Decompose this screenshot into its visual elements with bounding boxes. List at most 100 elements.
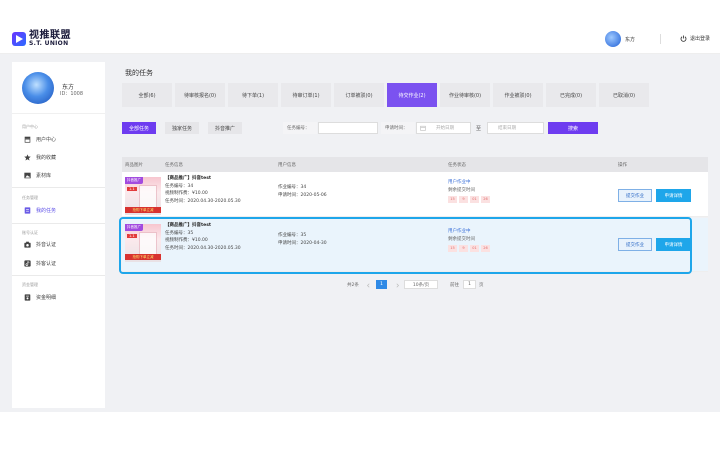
sidebar-item-user-center[interactable]: 用户中心 bbox=[24, 133, 56, 145]
footer-area bbox=[0, 412, 720, 460]
task-fee: 视频制作费：¥10.00 bbox=[165, 191, 208, 197]
task-info: 【商品推广】抖音test 任务编号：34 视频制作费：¥10.00 任务时间：2… bbox=[165, 175, 241, 206]
power-icon bbox=[680, 35, 687, 42]
header-divider bbox=[660, 34, 661, 44]
filter-douyin-button[interactable]: 抖音推广 bbox=[208, 122, 242, 134]
star-icon bbox=[24, 153, 31, 161]
start-date-input[interactable]: 开始日期 bbox=[416, 122, 471, 134]
thumb-banner: 抢购下单立减 bbox=[125, 207, 161, 213]
filter-all-tasks-button[interactable]: 全部任务 bbox=[122, 122, 156, 134]
column-header: 任务信息 bbox=[165, 162, 183, 168]
table-header: 商品图片 任务信息 用户信息 任务状态 操作 bbox=[122, 157, 708, 172]
countdown-hours: 9 bbox=[459, 196, 468, 204]
chevron-right-icon bbox=[396, 283, 399, 287]
sidebar-item-my-tasks[interactable]: 我的任务 bbox=[24, 204, 56, 216]
header-username[interactable]: 东方 bbox=[625, 36, 635, 43]
pager-goto-label: 前往 bbox=[450, 283, 459, 288]
page-title: 我的任务 bbox=[125, 69, 153, 77]
tab-order-review[interactable]: 待审订单(1) bbox=[281, 83, 331, 107]
thumb-price: 1.1 bbox=[127, 187, 137, 191]
task-no-label: 任务编号： bbox=[283, 122, 317, 134]
sidebar-item-label: 我的任务 bbox=[36, 207, 57, 214]
pager-unit: 页 bbox=[479, 283, 484, 288]
tab-pending-order[interactable]: 待下单(1) bbox=[228, 83, 278, 107]
sidebar-section-divider bbox=[12, 223, 105, 224]
tab-homework-review[interactable]: 作业待审核(0) bbox=[440, 83, 490, 107]
camera-icon bbox=[24, 241, 31, 248]
logout-button[interactable]: 退出登录 bbox=[680, 35, 710, 42]
homework-number: 作业编号：34 bbox=[278, 185, 307, 190]
sidebar-group-title: 用户中心 bbox=[22, 124, 38, 129]
submit-homework-button[interactable]: 提交作业 bbox=[618, 189, 652, 202]
tab-order-rejected[interactable]: 订单被驳(0) bbox=[334, 83, 384, 107]
filter-exclusive-button[interactable]: 独家任务 bbox=[165, 122, 199, 134]
tab-homework-rejected[interactable]: 作业被驳(0) bbox=[493, 83, 543, 107]
column-header: 操作 bbox=[618, 162, 627, 168]
date-range-separator: 至 bbox=[476, 125, 482, 132]
sidebar-item-douke-auth[interactable]: 抖客认证 bbox=[24, 257, 56, 269]
brand-logo[interactable]: 视推联盟 S.T. UNION bbox=[12, 31, 71, 47]
column-header: 任务状态 bbox=[448, 162, 466, 168]
selected-row-outline bbox=[119, 217, 692, 274]
column-header: 商品图片 bbox=[125, 162, 143, 168]
sidebar-item-funds[interactable]: 资金明细 bbox=[24, 291, 56, 303]
sidebar-group-title: 资金管理 bbox=[22, 282, 38, 287]
thumb-tag: 抖音推广 bbox=[125, 177, 143, 184]
end-date-input[interactable]: 结束日期 bbox=[487, 122, 544, 134]
start-date-placeholder: 开始日期 bbox=[436, 126, 454, 131]
store-icon bbox=[24, 136, 31, 143]
sidebar-item-label: 用户中心 bbox=[36, 136, 57, 143]
sidebar-item-label: 抖客认证 bbox=[36, 260, 57, 267]
user-info: 作业编号：34 申请时间：2020-05-06 bbox=[278, 184, 327, 199]
pager-total: 共2条 bbox=[347, 283, 359, 288]
end-date-placeholder: 结束日期 bbox=[498, 126, 516, 131]
sidebar: 东方 ID：1008 用户中心 用户中心 我的收藏 素材库 任务管理 我的任务 … bbox=[12, 62, 105, 408]
chevron-left-icon bbox=[367, 283, 370, 287]
tab-pending-signup[interactable]: 待审核报名(0) bbox=[175, 83, 225, 107]
tab-cancelled[interactable]: 已取消(0) bbox=[599, 83, 649, 107]
sidebar-item-materials[interactable]: 素材库 bbox=[24, 169, 51, 181]
brand-name-en: S.T. UNION bbox=[29, 40, 69, 47]
tab-pending-homework[interactable]: 待交作业(2) bbox=[387, 83, 437, 107]
top-navbar: 视推联盟 S.T. UNION 东方 退出登录 bbox=[0, 0, 720, 54]
sidebar-item-favorites[interactable]: 我的收藏 bbox=[24, 151, 56, 163]
status-text[interactable]: 用户作业中 bbox=[448, 179, 490, 187]
page-size-select[interactable]: 10条/页 bbox=[404, 280, 438, 289]
status-subtext: 剩余提交时间 bbox=[448, 187, 475, 193]
sidebar-divider bbox=[12, 113, 105, 114]
countdown-seconds: 26 bbox=[481, 196, 490, 204]
sidebar-group-title: 任务管理 bbox=[22, 195, 38, 200]
status-tabs: 全部(6) 待审核报名(0) 待下单(1) 待审订单(1) 订单被驳(0) 待交… bbox=[122, 83, 649, 107]
sidebar-section-divider bbox=[12, 187, 105, 188]
table-row[interactable]: 抖音推广 1.1 抢购下单立减 【商品推广】抖音test 任务编号：34 视频制… bbox=[122, 172, 708, 217]
tab-completed[interactable]: 已完成(0) bbox=[546, 83, 596, 107]
header-avatar[interactable] bbox=[605, 31, 621, 47]
pager-goto-input[interactable]: 1 bbox=[463, 280, 476, 289]
sidebar-item-douyin-auth[interactable]: 抖音认证 bbox=[24, 238, 56, 250]
page-size-value: 10条/页 bbox=[412, 282, 430, 288]
apply-time-label: 申请时间： bbox=[381, 122, 415, 134]
task-status: 用户作业中 剩余提交时间 15 9 01 26 bbox=[448, 179, 490, 204]
sidebar-section-divider bbox=[12, 275, 105, 276]
logout-label: 退出登录 bbox=[690, 36, 711, 42]
pager-prev[interactable] bbox=[366, 280, 371, 290]
product-image[interactable]: 抖音推广 1.1 抢购下单立减 bbox=[125, 177, 161, 215]
pager-page-current[interactable]: 1 bbox=[376, 280, 387, 289]
play-logo-icon bbox=[12, 32, 26, 46]
apply-detail-button[interactable]: 申请详情 bbox=[656, 189, 691, 202]
wallet-icon bbox=[24, 293, 31, 301]
search-button[interactable]: 搜索 bbox=[548, 122, 598, 134]
sidebar-item-label: 素材库 bbox=[36, 172, 52, 179]
countdown: 15 9 01 26 bbox=[448, 196, 490, 204]
calendar-icon bbox=[420, 125, 426, 131]
tab-all[interactable]: 全部(6) bbox=[122, 83, 172, 107]
sidebar-user-id: ID：1008 bbox=[60, 91, 84, 97]
sidebar-avatar[interactable] bbox=[22, 72, 54, 104]
countdown-minutes: 01 bbox=[470, 196, 479, 204]
task-time: 任务时间：2020.04.30-2020.05.30 bbox=[165, 198, 241, 204]
task-no-input[interactable] bbox=[318, 122, 378, 134]
column-header: 用户信息 bbox=[278, 162, 296, 168]
pager-next[interactable] bbox=[395, 280, 400, 290]
sidebar-item-label: 资金明细 bbox=[36, 294, 57, 301]
task-number: 任务编号：34 bbox=[165, 183, 194, 189]
